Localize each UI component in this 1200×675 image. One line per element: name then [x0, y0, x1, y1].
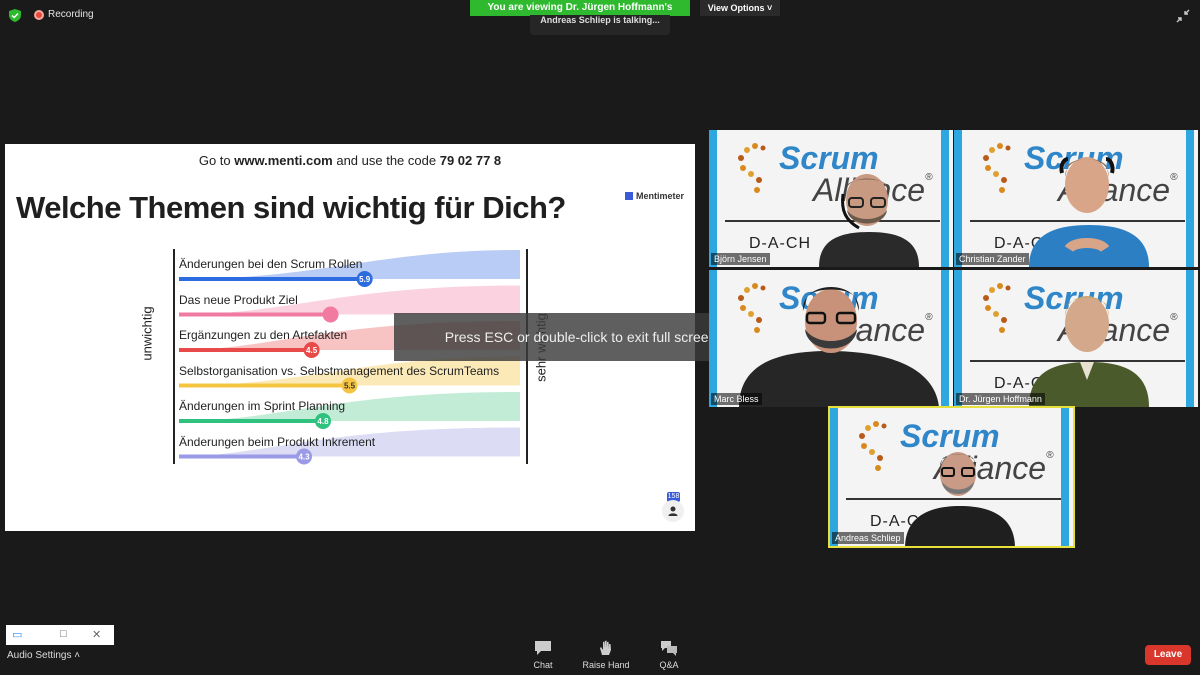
participant-name: Dr. Jürgen Hoffmann	[956, 393, 1045, 405]
tile-border	[941, 130, 949, 267]
participants-icon[interactable]	[662, 500, 684, 522]
chart-bar	[179, 277, 365, 281]
zoom-video-icon[interactable]: ▭	[12, 628, 22, 641]
shield-icon[interactable]	[9, 9, 21, 22]
tile-border	[709, 270, 717, 407]
chart-bar	[179, 348, 312, 352]
raise-hand-button[interactable]: Raise Hand	[576, 640, 636, 670]
participant-name: Andreas Schliep	[832, 532, 904, 544]
tile-border	[1186, 130, 1194, 267]
tile-border	[941, 270, 949, 407]
tile-border	[954, 130, 962, 267]
participant-video	[739, 287, 939, 407]
scrum-alliance-logo-icon	[738, 143, 766, 193]
chat-icon	[535, 641, 551, 655]
scrum-alliance-logo-icon	[983, 143, 1011, 193]
category-label: Änderungen im Sprint Planning	[179, 399, 346, 413]
chat-button[interactable]: Chat	[513, 640, 573, 670]
logo-dach-text: D-A-CH	[749, 235, 811, 252]
active-speaker-tile[interactable]: Scrum Alliance® D-A-CH Andreas Schliep	[828, 406, 1075, 548]
participant-name: Marc Bless	[711, 393, 762, 405]
chart-bar	[179, 383, 350, 388]
category-label: Änderungen beim Produkt Inkrement	[179, 434, 376, 449]
qa-button[interactable]: Q&A	[639, 640, 699, 670]
exit-fullscreen-icon[interactable]	[1176, 9, 1190, 23]
chart-bar	[179, 454, 305, 459]
participant-video	[819, 174, 919, 267]
participant-video	[905, 452, 1015, 546]
chat-label: Chat	[533, 660, 553, 670]
close-icon[interactable]: ✕	[92, 628, 101, 641]
talking-indicator: Andreas Schliep is talking...	[530, 15, 670, 35]
chart-bar	[179, 419, 323, 423]
axis-left-label: unwichtig	[139, 306, 155, 361]
category-label: Änderungen bei den Scrum Rollen	[179, 257, 363, 271]
value-label: 4.3	[298, 453, 310, 462]
leave-button[interactable]: Leave	[1145, 645, 1191, 665]
viewing-banner: You are viewing Dr. Jürgen Hoffmann's sc…	[470, 0, 690, 29]
participant-name: Björn Jensen	[711, 253, 770, 265]
raise-hand-label: Raise Hand	[582, 660, 630, 670]
tile-border	[1186, 270, 1194, 407]
value-label: 4.5	[306, 346, 318, 355]
qa-icon	[661, 641, 677, 656]
recording-icon	[34, 10, 44, 20]
qa-label: Q&A	[659, 660, 679, 670]
tile-border	[709, 130, 717, 267]
value-dot	[322, 306, 339, 323]
tile-border	[954, 270, 962, 407]
tile-border	[830, 408, 838, 546]
chart-bar	[179, 312, 331, 317]
audio-settings-button[interactable]: Audio Settings ˄	[7, 650, 80, 661]
view-options-button[interactable]: View Options ˅	[700, 0, 780, 16]
tile-border	[1061, 408, 1069, 546]
value-label: 4.8	[317, 417, 329, 426]
participant-video	[1029, 157, 1149, 267]
category-label: Selbstorganisation vs. Selbstmanagement …	[179, 363, 500, 378]
raise-hand-icon	[600, 640, 611, 655]
participant-video	[1029, 296, 1149, 407]
category-label: Ergänzungen zu den Artefakten	[179, 328, 348, 342]
video-tile[interactable]: Scrum Alliance® Marc Bless	[709, 270, 953, 407]
video-tile[interactable]: Scrum Alliance® D-A-CH Christian Zander	[954, 130, 1198, 267]
restore-icon[interactable]: □	[60, 628, 67, 640]
participant-name: Christian Zander	[956, 253, 1029, 265]
video-tile[interactable]: Scrum Alliance® D-A-CH Björn Jensen	[709, 130, 953, 267]
value-label: 5.5	[344, 382, 356, 391]
category-label: Das neue Produkt Ziel	[179, 292, 298, 307]
scrum-alliance-logo-icon	[983, 283, 1011, 333]
floating-window-controls: ▭ □ ✕	[6, 625, 114, 645]
scrum-alliance-logo-icon	[859, 421, 887, 471]
scale-left-line	[173, 249, 175, 464]
video-tile[interactable]: Scrum Alliance® D-A-CH Dr. Jürgen Hoffma…	[954, 270, 1198, 407]
recording-label: Recording	[48, 9, 94, 20]
value-label: 5.9	[359, 275, 371, 284]
